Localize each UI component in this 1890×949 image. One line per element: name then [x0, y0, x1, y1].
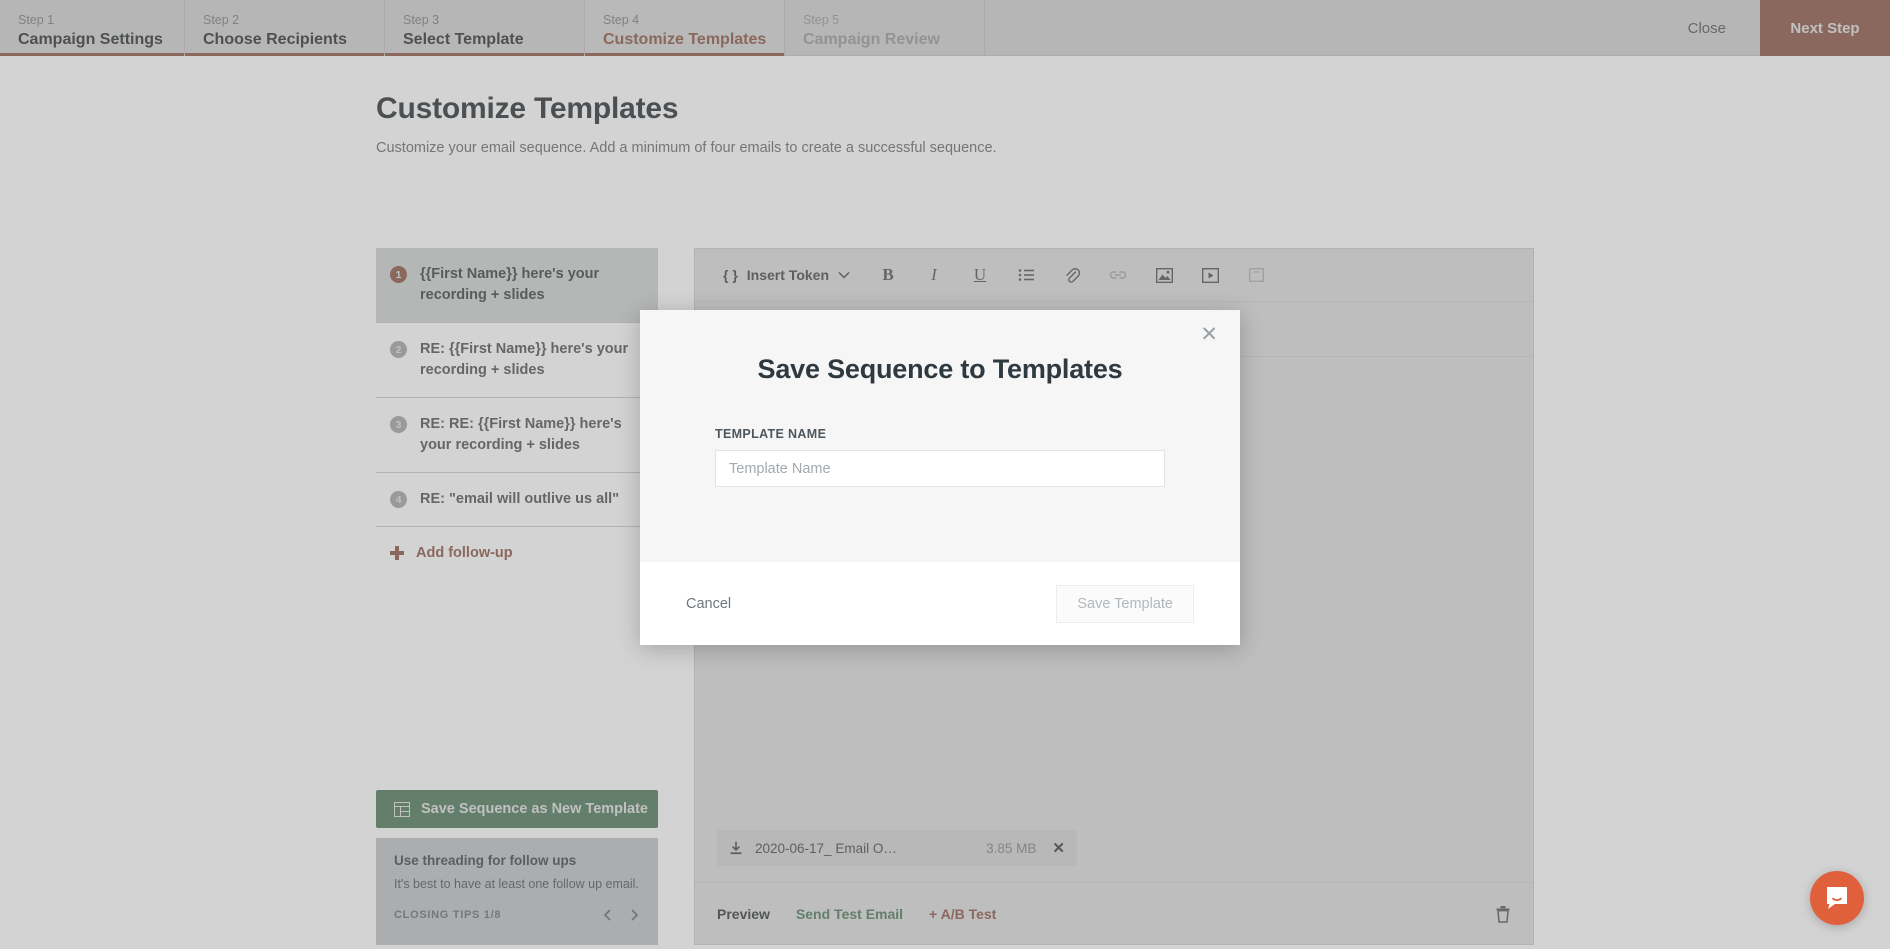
- cancel-button[interactable]: Cancel: [686, 596, 731, 612]
- modal-title: Save Sequence to Templates: [715, 310, 1165, 385]
- close-icon[interactable]: ✕: [1200, 324, 1218, 345]
- chat-bubble-icon: [1823, 884, 1851, 912]
- modal-body: ✕ Save Sequence to Templates TEMPLATE NA…: [640, 310, 1240, 562]
- save-template-button[interactable]: Save Template: [1056, 585, 1194, 623]
- intercom-launcher-button[interactable]: [1810, 871, 1864, 925]
- template-name-label: TEMPLATE NAME: [715, 427, 1165, 441]
- modal-footer: Cancel Save Template: [640, 562, 1240, 645]
- app-root: Step 1 Campaign Settings Step 2 Choose R…: [0, 0, 1890, 949]
- save-sequence-modal: ✕ Save Sequence to Templates TEMPLATE NA…: [640, 310, 1240, 645]
- template-name-input[interactable]: [715, 450, 1165, 487]
